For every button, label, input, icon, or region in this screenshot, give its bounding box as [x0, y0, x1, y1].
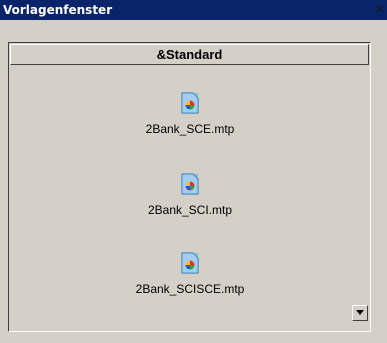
scroll-down-arrow-icon	[356, 310, 364, 315]
template-file-icon	[181, 252, 199, 274]
title-bar[interactable]: Vorlagenfenster ✕	[0, 0, 387, 20]
file-name: 2Bank_SCISCE.mtp	[135, 282, 245, 296]
close-button[interactable]: ✕	[372, 2, 387, 17]
tab-standard[interactable]: &Standard	[10, 44, 369, 65]
file-item-2bank-scisce[interactable]: 2Bank_SCISCE.mtp	[100, 252, 280, 302]
file-name: 2Bank_SCE.mtp	[145, 122, 235, 136]
template-window: Vorlagenfenster ✕ &Standard 2Bank_SCE.mt…	[0, 0, 387, 343]
file-item-2bank-sce[interactable]: 2Bank_SCE.mtp	[100, 92, 280, 142]
template-file-icon	[181, 92, 199, 114]
scroll-down-button[interactable]	[352, 305, 368, 321]
file-item-2bank-sci[interactable]: 2Bank_SCI.mtp	[100, 173, 280, 223]
window-title: Vorlagenfenster	[3, 3, 113, 17]
template-file-icon	[181, 173, 199, 195]
file-name: 2Bank_SCI.mtp	[147, 203, 233, 217]
